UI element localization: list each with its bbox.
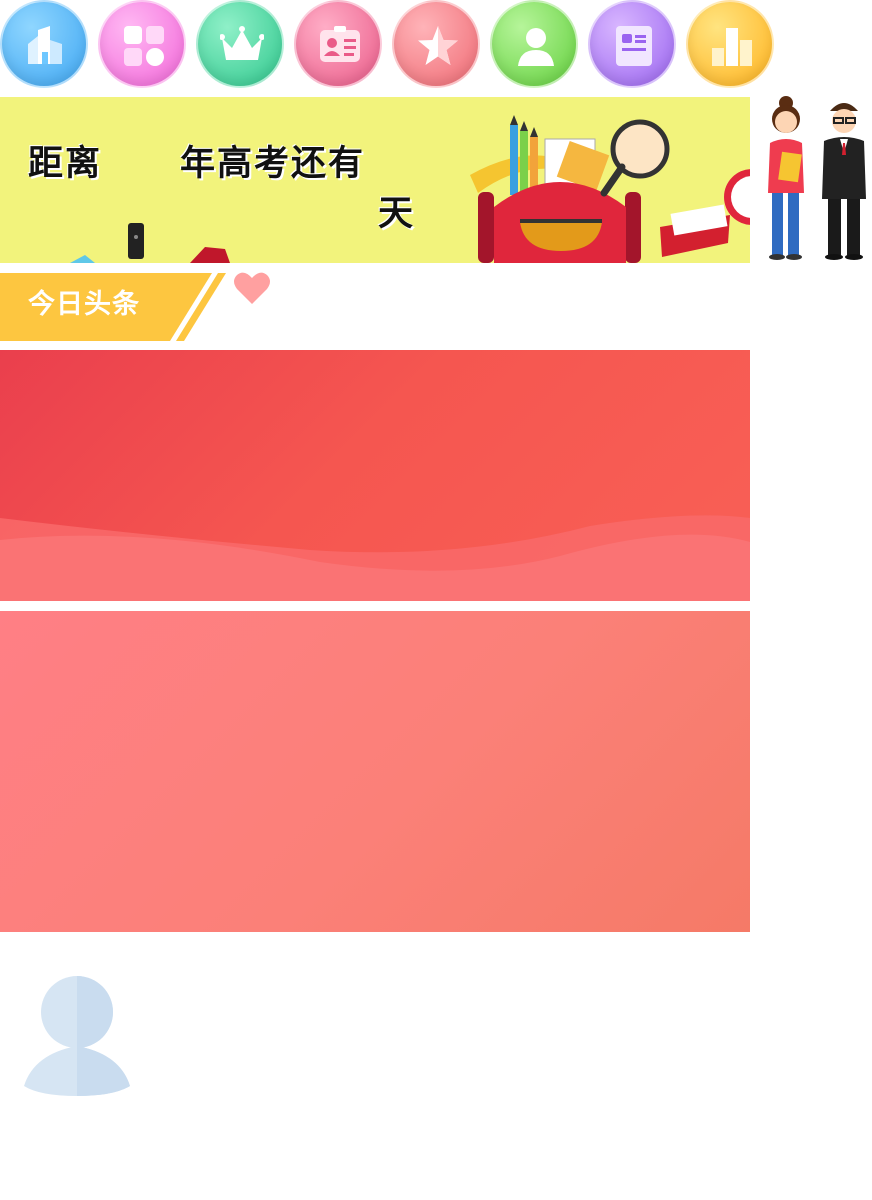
headline-label: 今日头条 [28, 289, 140, 320]
content-card-secondary[interactable] [0, 611, 750, 932]
content-card-primary[interactable] [0, 350, 750, 601]
star-icon [418, 26, 458, 65]
exam-countdown-banner[interactable]: 距离 年高考还有 天 [0, 97, 750, 263]
avatar-placeholder-icon [24, 976, 130, 1096]
card-wave-decoration [0, 515, 750, 601]
grid-apps-icon [124, 26, 164, 66]
building-icon [28, 26, 62, 64]
nav-icon-row [0, 0, 872, 90]
news-icon [616, 26, 652, 66]
nav-crown-button[interactable] [196, 0, 284, 88]
nav-idcard-button[interactable] [294, 0, 382, 88]
nav-star-button[interactable] [392, 0, 480, 88]
headline-tab[interactable]: 今日头条 [0, 273, 230, 341]
id-card-icon [320, 26, 360, 62]
teachers-illustration [768, 96, 866, 260]
heart-icon[interactable] [233, 270, 271, 306]
nav-news-button[interactable] [588, 0, 676, 88]
nav-building-button[interactable] [0, 0, 88, 88]
school-supplies-illustration [70, 115, 750, 263]
nav-person-button[interactable] [490, 0, 578, 88]
crown-icon [220, 26, 264, 60]
nav-apps-button[interactable] [98, 0, 186, 88]
person-icon [518, 28, 554, 66]
ranking-icon [712, 28, 752, 66]
nav-ranking-button[interactable] [686, 0, 774, 88]
